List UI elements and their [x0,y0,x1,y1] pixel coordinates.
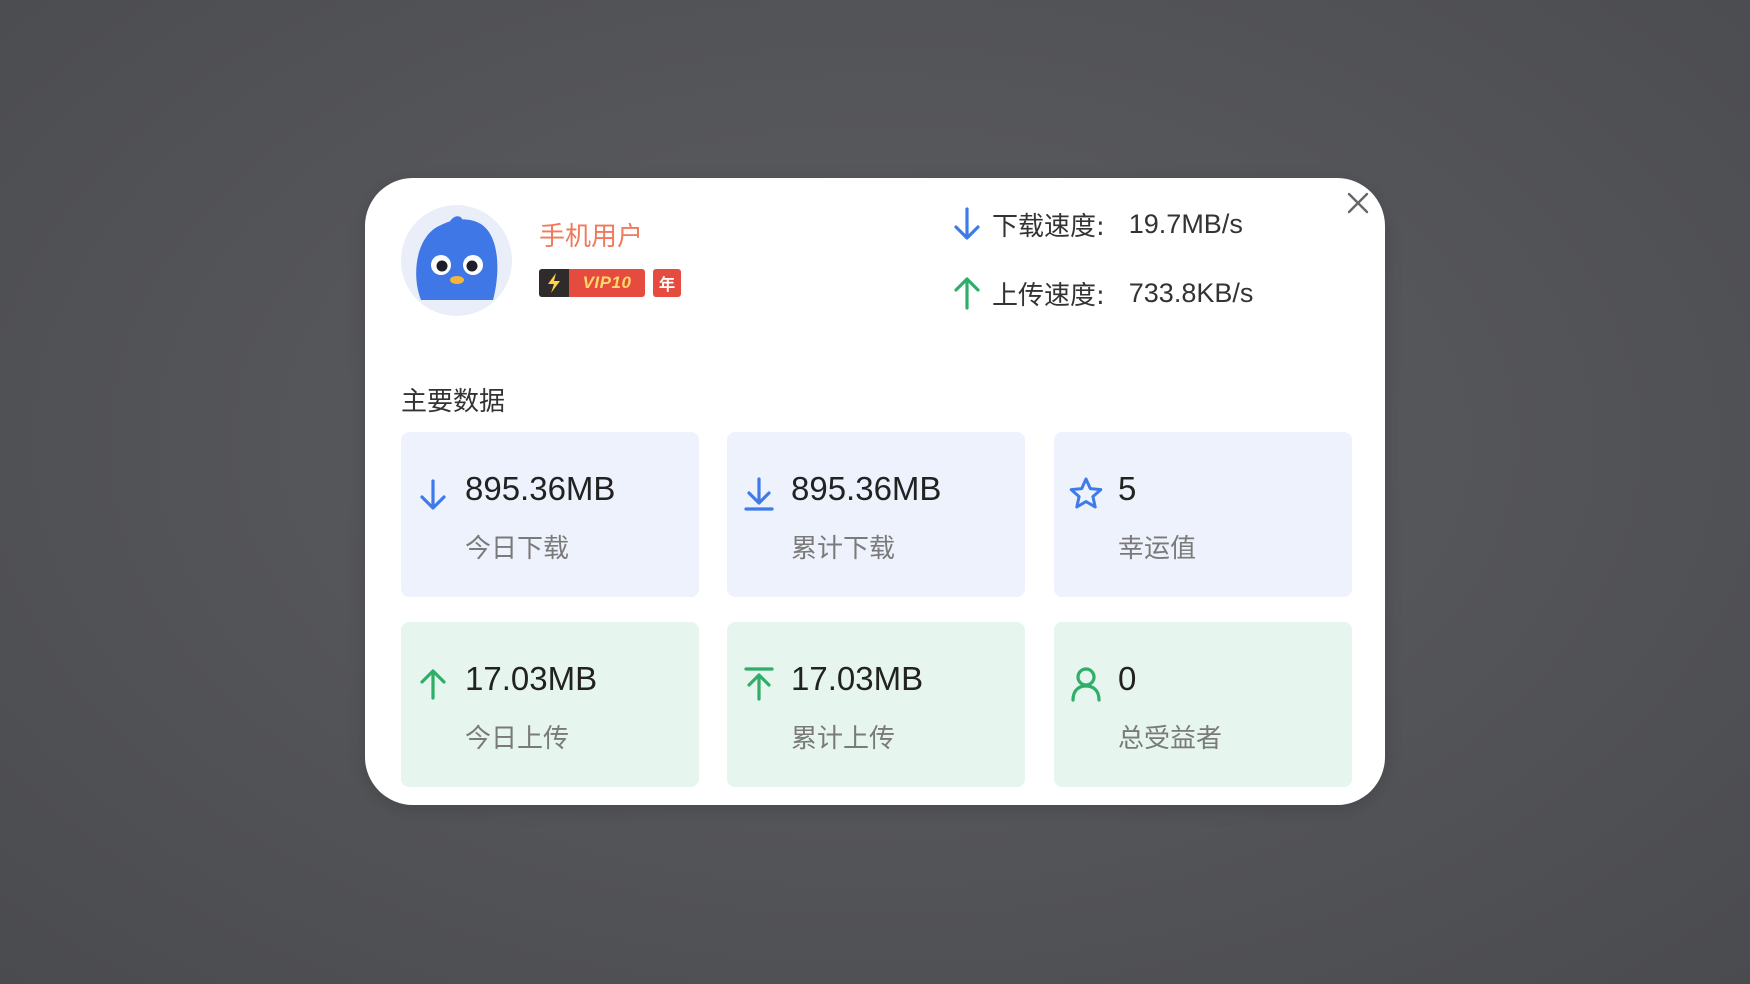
stat-total-beneficiaries: 0 总受益者 [1054,622,1352,787]
stat-value: 0 [1118,660,1137,697]
vip-badge[interactable]: VIP10 [539,269,645,297]
stat-value: 5 [1118,470,1137,507]
stat-luck-value: 5 幸运值 [1054,432,1352,597]
stat-label: 累计上传 [791,724,896,754]
section-title: 主要数据 [401,387,506,417]
username: 手机用户 [539,222,644,252]
download-speed-label: 下载速度: [992,211,1105,242]
arrow-up-icon [950,273,984,313]
vip-level-text: VIP10 [582,273,632,292]
lightning-icon [539,269,569,297]
download-to-line-icon [741,474,777,514]
arrow-up-icon [415,664,451,704]
arrow-down-icon [415,474,451,514]
user-outline-icon [1068,664,1104,704]
stat-total-download: 895.36MB 累计下载 [727,432,1025,597]
stat-label: 今日上传 [465,724,570,754]
stat-total-upload: 17.03MB 累计上传 [727,622,1025,787]
arrow-down-icon [950,204,984,244]
stat-label: 幸运值 [1118,534,1197,564]
user-stats-card: 手机用户 VIP10 年 下载速度: 19.7MB/s 上传速度: 733.8K… [365,178,1385,805]
upload-speed-label: 上传速度: [992,280,1105,311]
year-badge: 年 [653,269,681,297]
stat-value: 17.03MB [791,660,924,697]
stat-value: 895.36MB [791,470,942,507]
stat-today-download: 895.36MB 今日下载 [401,432,699,597]
close-icon[interactable] [1343,188,1373,218]
stat-label: 累计下载 [791,534,896,564]
stat-value: 895.36MB [465,470,616,507]
badge-group: VIP10 年 [539,268,681,298]
star-outline-icon [1068,474,1104,514]
avatar[interactable] [401,205,512,316]
upload-speed-value: 733.8KB/s [1128,277,1254,308]
download-speed-value: 19.7MB/s [1128,208,1243,239]
upload-speed-row: 上传速度: 733.8KB/s [950,273,1253,313]
stat-today-upload: 17.03MB 今日上传 [401,622,699,787]
stat-value: 17.03MB [465,660,598,697]
download-speed-row: 下载速度: 19.7MB/s [950,204,1243,244]
stat-label: 总受益者 [1118,724,1223,754]
stat-label: 今日下载 [465,534,570,564]
upload-from-line-icon [741,664,777,704]
